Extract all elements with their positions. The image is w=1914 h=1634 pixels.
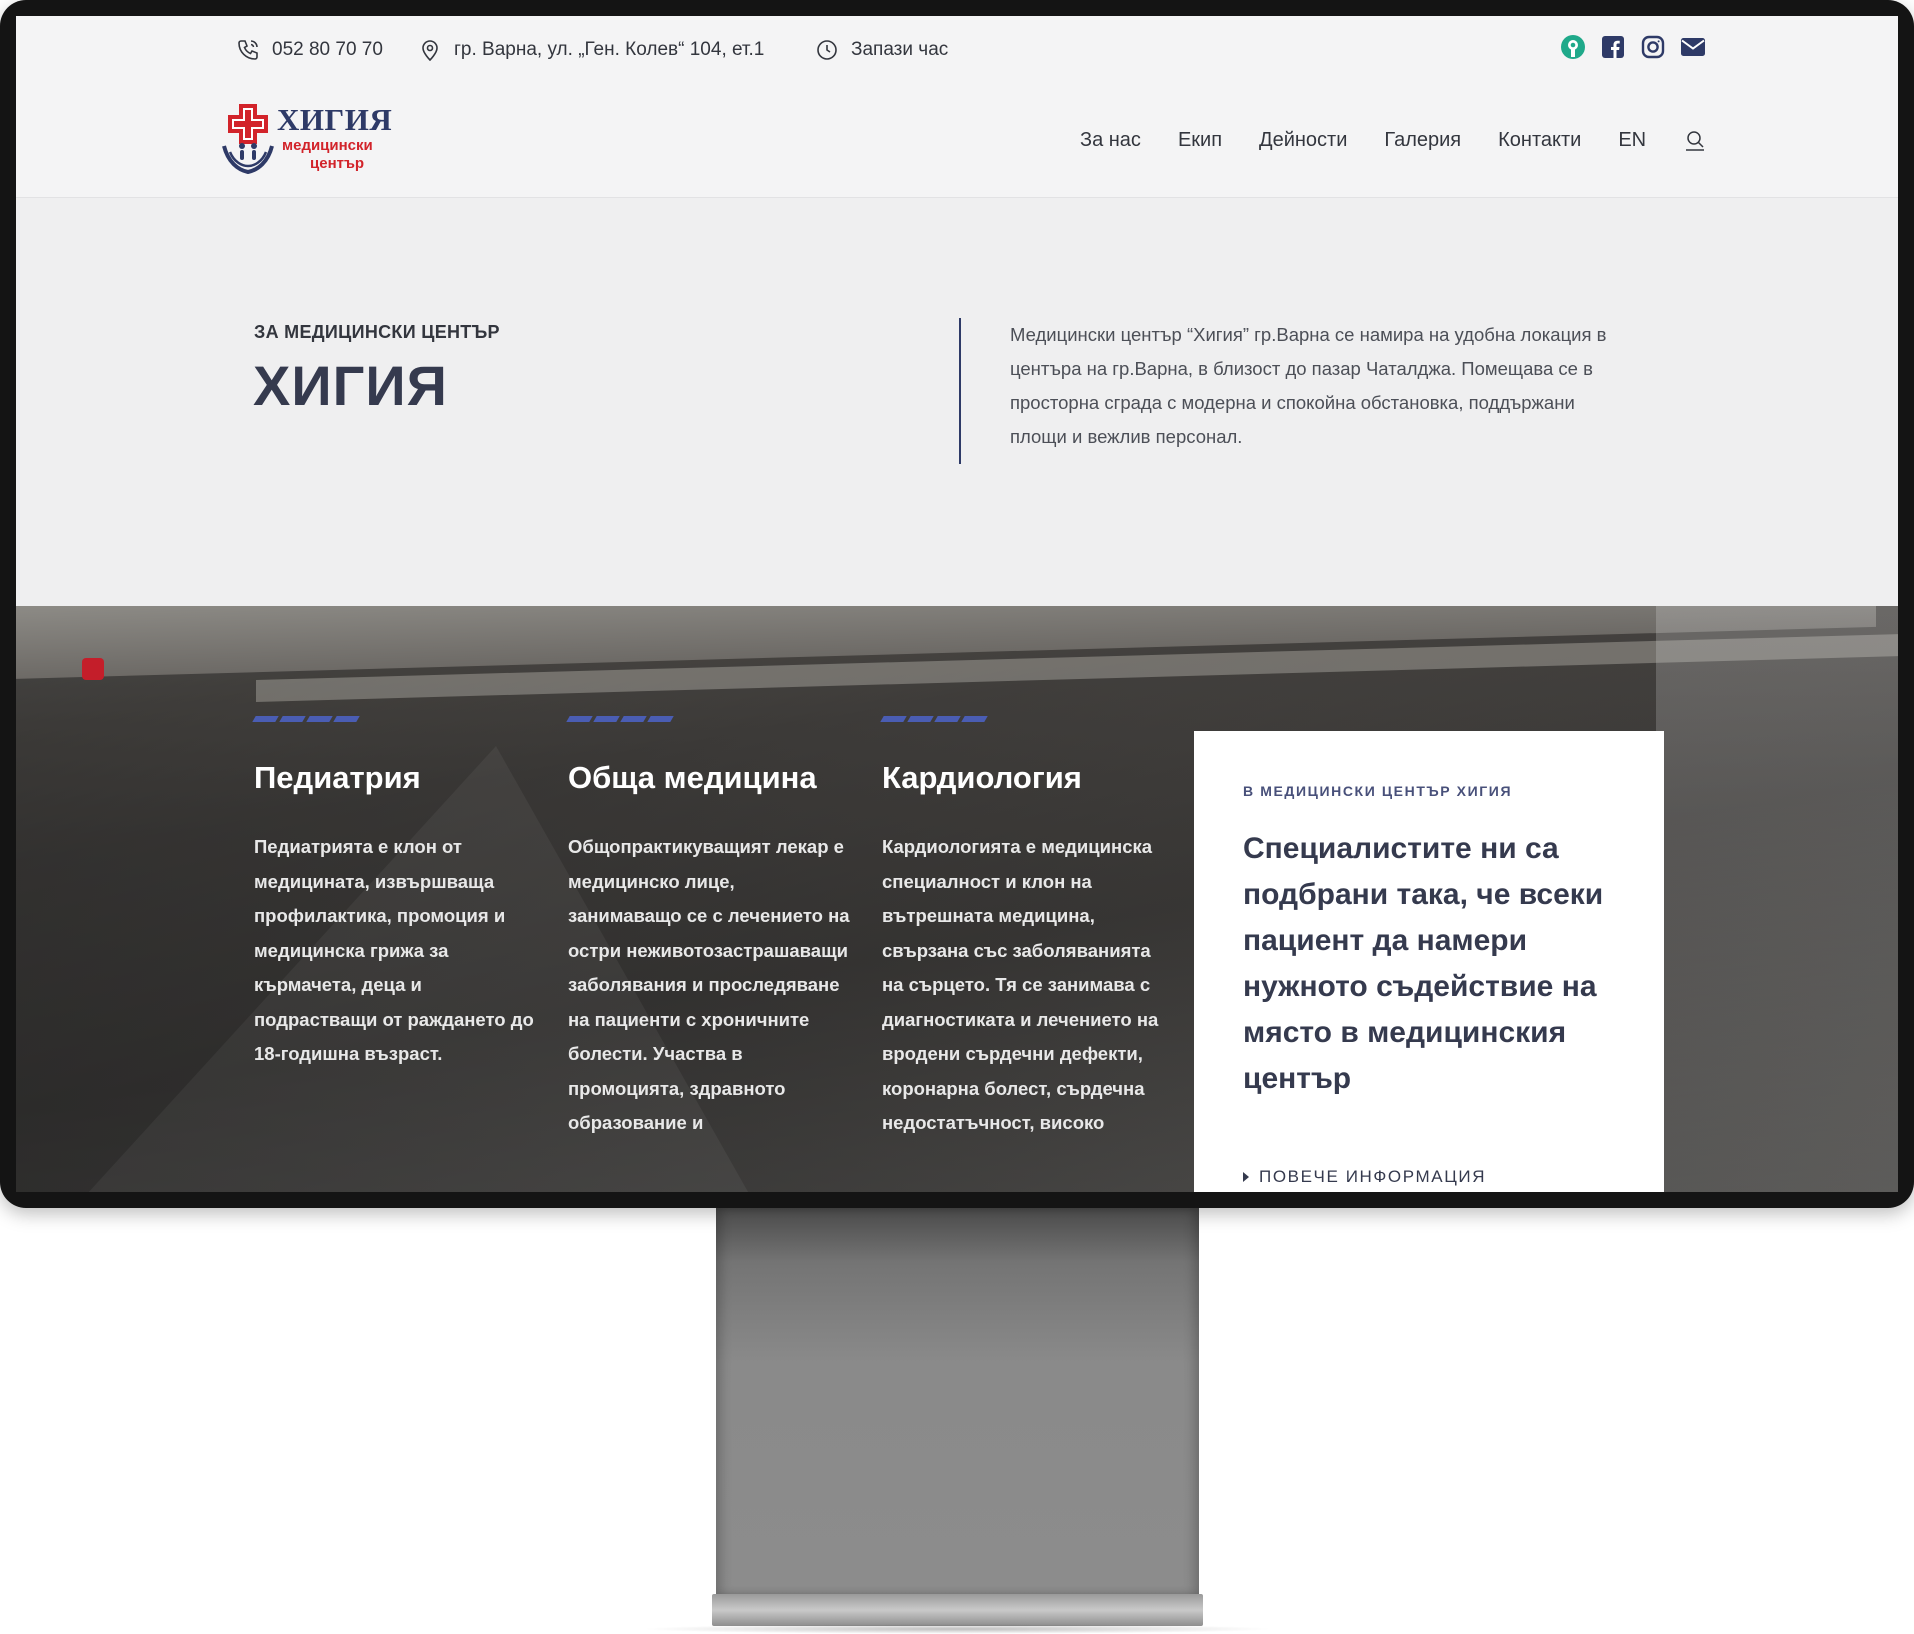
site-logo[interactable]: ХИГИЯ медицински център (222, 102, 422, 178)
more-info-link[interactable]: ПОВЕЧЕ ИНФОРМАЦИЯ (1243, 1167, 1486, 1187)
intro-kicker: ЗА МЕДИЦИНСКИ ЦЕНТЪР (254, 322, 500, 342)
main-nav: За нас Екип Дейности Галерия Контакти EN (1080, 128, 1707, 152)
accent-stripes (566, 716, 850, 722)
address-text: гр. Варна, ул. „Ген. Колев“ 104, ет.1 (454, 39, 765, 60)
nav-item-about[interactable]: За нас (1080, 129, 1141, 152)
topbar-booking[interactable]: Запази час (815, 36, 948, 64)
caret-right-icon (1243, 1172, 1249, 1182)
logo-subtitle-1: медицински (282, 137, 373, 154)
accent-stripes (880, 716, 1164, 722)
intro-title: ХИГИЯ (253, 354, 448, 417)
phone-icon (238, 40, 258, 60)
topbar-address[interactable]: гр. Варна, ул. „Ген. Колев“ 104, ет.1 (418, 36, 764, 64)
promo-card: В МЕДИЦИНСКИ ЦЕНТЪР ХИГИЯ Специалистите … (1194, 731, 1664, 1192)
logo-name: ХИГИЯ (277, 102, 393, 137)
service-card: Педиатрия Педиатрията е клон от медицина… (252, 716, 536, 1072)
background-red-object (82, 658, 104, 680)
social-links (1560, 34, 1706, 60)
intro-description: Медицински център “Хигия” гр.Варна се на… (1010, 324, 1607, 447)
promo-title: Специалистите ни са подбрани така, че вс… (1243, 832, 1604, 1095)
mail-icon[interactable] (1680, 34, 1706, 60)
browser-viewport: 052 80 70 70 гр. Варна, ул. „Ген. Колев“… (16, 16, 1898, 1192)
background-window-light (1656, 606, 1898, 1192)
services-section: Педиатрия Педиатрията е клон от медицина… (16, 606, 1898, 1192)
promo-kicker: В МЕДИЦИНСКИ ЦЕНТЪР ХИГИЯ (1243, 783, 1513, 799)
service-description: Общопрактикуващият лекар е медицинско ли… (568, 836, 850, 1133)
monitor-shadow (640, 1624, 1275, 1634)
booking-link: Запази час (851, 39, 949, 60)
service-title[interactable]: Кардиология (882, 760, 1164, 796)
accent-stripes (252, 716, 536, 722)
site-header: 052 80 70 70 гр. Варна, ул. „Ген. Колев“… (16, 16, 1898, 198)
service-description: Кардиологията е медицинска специалност и… (882, 836, 1159, 1133)
logo-subtitle-2: център (310, 155, 365, 172)
more-info-label: ПОВЕЧЕ ИНФОРМАЦИЯ (1259, 1167, 1487, 1186)
clock-icon (817, 40, 837, 60)
service-card: Кардиология Кардиологията е медицинска с… (880, 716, 1164, 1141)
service-title[interactable]: Обща медицина (568, 760, 850, 796)
nav-item-team[interactable]: Екип (1178, 129, 1222, 152)
monitor-stand-base (712, 1594, 1203, 1626)
phone-number: 052 80 70 70 (272, 39, 383, 60)
nav-item-contacts[interactable]: Контакти (1498, 129, 1581, 152)
instagram-icon[interactable] (1640, 34, 1666, 60)
nav-item-gallery[interactable]: Галерия (1384, 129, 1461, 152)
nav-item-language[interactable]: EN (1618, 129, 1646, 152)
superdoc-icon[interactable] (1560, 34, 1586, 60)
intro-divider (959, 318, 961, 464)
intro-section: ЗА МЕДИЦИНСКИ ЦЕНТЪР ХИГИЯ Медицински це… (16, 198, 1898, 606)
monitor-stand (716, 1208, 1199, 1596)
topbar-phone[interactable]: 052 80 70 70 (236, 36, 383, 64)
monitor-frame: 052 80 70 70 гр. Варна, ул. „Ген. Колев“… (0, 0, 1914, 1208)
search-icon[interactable] (1683, 128, 1707, 152)
location-pin-icon (422, 40, 438, 62)
service-title[interactable]: Педиатрия (254, 760, 536, 796)
facebook-icon[interactable] (1600, 34, 1626, 60)
nav-item-services[interactable]: Дейности (1259, 129, 1347, 152)
logo-cross-mark (228, 104, 268, 144)
service-description: Педиатрията е клон от медицината, извърш… (254, 836, 534, 1064)
service-card: Обща медицина Общопрактикуващият лекар е… (566, 716, 850, 1141)
